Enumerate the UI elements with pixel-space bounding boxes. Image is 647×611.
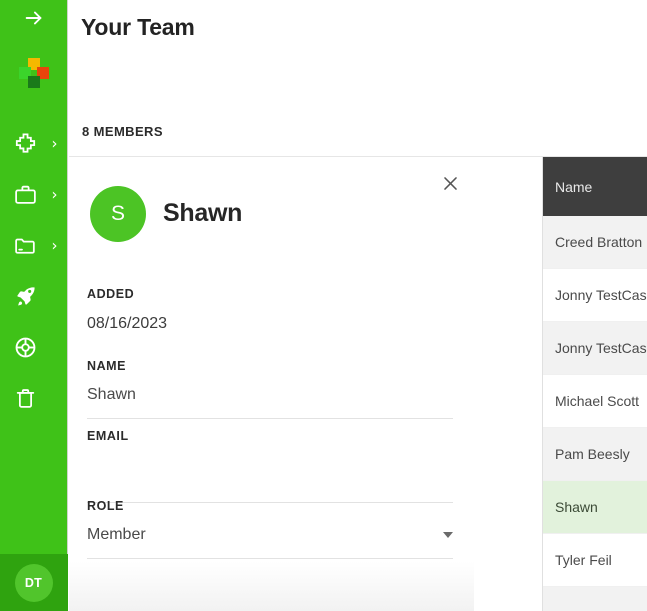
table-row[interactable]: Tyler Feil xyxy=(543,534,647,587)
field-email: EMAIL xyxy=(87,429,453,503)
table-row[interactable]: Jonny TestCase 4 xyxy=(543,322,647,375)
member-name-cell: Creed Bratton xyxy=(555,234,643,250)
close-panel-button[interactable] xyxy=(436,172,464,200)
lifering-icon xyxy=(13,335,39,361)
sidebar: › › › DT xyxy=(0,0,68,611)
table-row[interactable]: Pam Beesly xyxy=(543,428,647,481)
sidebar-item-support[interactable] xyxy=(0,322,68,373)
main-content: Your Team 8 MEMBERS S Shawn ADDED 08/16/… xyxy=(69,0,647,611)
role-select[interactable]: Member xyxy=(87,526,453,544)
sidebar-item-launch[interactable] xyxy=(0,271,68,322)
folder-icon xyxy=(13,233,39,259)
members-count-label: 8 MEMBERS xyxy=(82,124,163,139)
member-name-cell: Jonny TestCase 4 xyxy=(555,340,647,356)
table-row-selected[interactable]: Shawn xyxy=(543,481,647,534)
table-header-row: Name xyxy=(543,157,647,216)
chevron-right-icon: › xyxy=(51,236,58,254)
member-detail-panel: S Shawn ADDED 08/16/2023 NAME Shawn EMAI… xyxy=(69,157,474,611)
page-title: Your Team xyxy=(81,14,195,40)
member-name-cell: Jonny TestCase xyxy=(555,287,647,303)
trash-icon xyxy=(13,386,39,412)
field-added-value: 08/16/2023 xyxy=(87,315,168,332)
field-email-label: EMAIL xyxy=(87,429,129,443)
app-logo[interactable] xyxy=(0,44,68,102)
briefcase-icon xyxy=(13,182,39,208)
chevron-right-icon: › xyxy=(51,134,58,152)
member-name-cell: Shawn xyxy=(555,499,598,515)
sidebar-toggle-button[interactable] xyxy=(0,2,68,38)
column-header-name: Name xyxy=(555,178,593,195)
sidebar-nav: › › › xyxy=(0,118,68,424)
field-added-label: ADDED xyxy=(87,287,135,301)
app-root: › › › DT Your Team 8 MEMBERS S Shawn ADD… xyxy=(0,0,647,611)
table-row[interactable] xyxy=(543,587,647,611)
role-select-underline xyxy=(87,558,453,559)
user-avatar[interactable]: DT xyxy=(14,563,53,602)
chevron-down-icon xyxy=(443,532,453,538)
table-row[interactable]: Creed Bratton xyxy=(543,216,647,269)
field-role-label: ROLE xyxy=(87,499,124,513)
close-icon xyxy=(441,174,460,198)
member-name-cell: Tyler Feil xyxy=(555,552,612,568)
member-avatar: S xyxy=(90,186,146,242)
members-table: Name Creed Bratton Jonny TestCase Jonny … xyxy=(542,157,647,611)
logo-square-bottom xyxy=(27,76,40,88)
member-name-heading: Shawn xyxy=(163,199,243,227)
field-role: ROLE Member xyxy=(87,499,453,559)
rocket-icon xyxy=(13,284,39,310)
table-row[interactable]: Michael Scott xyxy=(543,375,647,428)
email-input[interactable] xyxy=(87,456,453,476)
chevron-right-icon: › xyxy=(51,185,58,203)
field-added: ADDED 08/16/2023 xyxy=(87,287,453,333)
arrow-right-icon xyxy=(23,7,45,34)
member-detail-header: S Shawn xyxy=(69,157,474,254)
name-input[interactable]: Shawn xyxy=(87,386,453,404)
field-name-label: NAME xyxy=(87,359,127,373)
sidebar-item-trash[interactable] xyxy=(0,373,68,424)
role-select-value: Member xyxy=(87,526,146,543)
sidebar-item-apps[interactable]: › xyxy=(0,118,68,169)
member-name-cell: Pam Beesly xyxy=(555,446,630,462)
sidebar-footer: DT xyxy=(0,554,68,611)
name-input-underline xyxy=(87,418,453,419)
panel-bottom-fade xyxy=(69,561,474,611)
puzzle-icon xyxy=(13,131,39,157)
field-name: NAME Shawn xyxy=(87,359,453,419)
member-name-cell: Michael Scott xyxy=(555,393,640,409)
sidebar-item-folders[interactable]: › xyxy=(0,220,68,271)
table-row[interactable]: Jonny TestCase xyxy=(543,269,647,322)
sidebar-item-briefcase[interactable]: › xyxy=(0,169,68,220)
